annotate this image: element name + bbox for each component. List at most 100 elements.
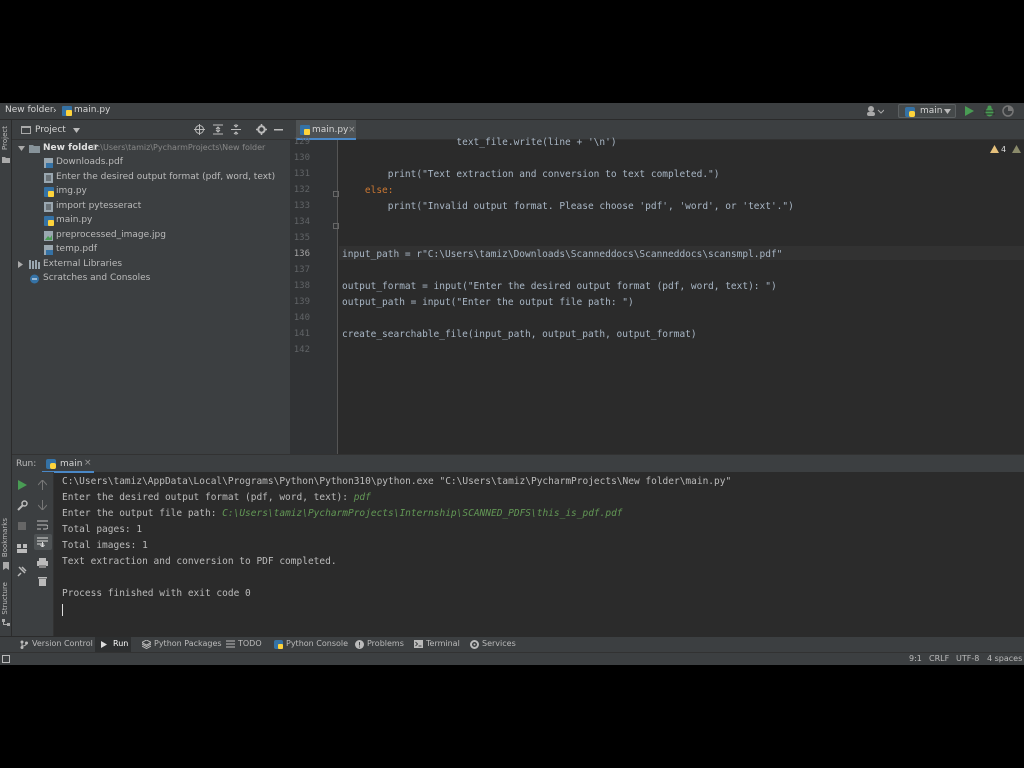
tree-item-file[interactable]: preprocessed_image.jpg (12, 229, 290, 243)
packages-icon (142, 640, 151, 649)
hide-panel-icon[interactable] (274, 129, 283, 131)
scroll-up-icon[interactable] (38, 480, 47, 490)
tree-item-label: Downloads.pdf (56, 157, 123, 167)
tab-label: Python Console (286, 639, 349, 648)
breadcrumb-file[interactable]: main.py (74, 105, 110, 115)
code-line-current[interactable]: input_path = r"C:\Users\tamiz\Downloads\… (342, 249, 782, 260)
tab-todo[interactable]: TODO (226, 639, 262, 648)
code-line[interactable]: print("Invalid output format. Please cho… (342, 201, 794, 212)
weak-warning-icon[interactable] (1012, 145, 1021, 153)
scroll-down-icon[interactable] (38, 500, 47, 510)
rerun-icon[interactable] (18, 480, 27, 490)
tab-terminal[interactable]: Terminal (414, 639, 460, 648)
stop-icon[interactable] (18, 522, 26, 530)
tree-item-file[interactable]: main.py (12, 214, 290, 228)
project-panel: Project New folder C:\Users\tamiz\Pychar… (12, 120, 290, 454)
file-encoding[interactable]: UTF-8 (956, 654, 979, 663)
code-line[interactable]: else: (342, 185, 394, 196)
fold-icon[interactable] (333, 191, 339, 197)
terminal-icon (414, 640, 423, 648)
left-tool-strip: Project Bookmarks Structure (0, 120, 12, 636)
code-line[interactable]: text_file.write(line + '\n') (342, 137, 616, 148)
tree-item-file[interactable]: import pytesseract (12, 200, 290, 214)
soft-wrap-icon[interactable] (37, 520, 48, 530)
tree-scratches[interactable]: Scratches and Consoles (12, 272, 290, 286)
expand-all-icon[interactable] (213, 124, 223, 135)
inspection-count[interactable]: 4 (1001, 145, 1006, 154)
bookmark-icon (3, 562, 9, 570)
list-icon (226, 640, 235, 648)
layout-icon[interactable] (17, 544, 27, 553)
gear-icon[interactable] (256, 124, 267, 135)
console-prompt: Enter the desired output format (pdf, wo… (62, 492, 354, 503)
wrench-icon[interactable] (17, 500, 28, 511)
tab-problems[interactable]: Problems (355, 639, 404, 649)
coverage-icon[interactable] (1002, 105, 1014, 117)
tree-item-file[interactable]: Enter the desired output format (pdf, wo… (12, 171, 290, 185)
warning-icon[interactable] (990, 145, 999, 153)
console-user-input: C:\Users\tamiz\PycharmProjects\Internshi… (222, 508, 623, 519)
pin-icon[interactable] (17, 566, 27, 577)
editor-tab-label: main.py (312, 125, 349, 135)
line-number: 132 (293, 185, 310, 195)
tree-item-label: main.py (56, 215, 93, 225)
services-icon (470, 640, 479, 649)
collapse-all-icon[interactable] (231, 124, 241, 135)
tree-external-libraries[interactable]: External Libraries (12, 258, 290, 272)
tab-run[interactable]: Run (101, 639, 128, 648)
fold-icon[interactable] (333, 223, 339, 229)
tab-python-console[interactable]: Python Console (274, 639, 349, 649)
caret-position[interactable]: 9:1 (909, 654, 922, 663)
run-configuration-select[interactable]: main (898, 104, 956, 118)
code-line[interactable]: output_format = input("Enter the desired… (342, 281, 777, 292)
python-file-icon (44, 187, 54, 197)
user-icon[interactable] (866, 105, 884, 117)
run-icon[interactable] (965, 106, 974, 116)
tab-python-packages[interactable]: Python Packages (142, 639, 222, 649)
close-icon[interactable]: × (348, 125, 356, 135)
structure-tool-tab[interactable]: Structure (1, 582, 9, 615)
line-number: 130 (293, 153, 310, 163)
tree-item-file[interactable]: Downloads.pdf (12, 156, 290, 170)
run-tab-label[interactable]: main (60, 459, 83, 469)
code-line[interactable]: print("Text extraction and conversion to… (342, 169, 720, 180)
tab-label: Version Control (32, 639, 93, 648)
project-tool-tab[interactable]: Project (1, 126, 9, 150)
scratches-icon (29, 274, 40, 284)
panel-toggle-icon[interactable] (2, 655, 10, 663)
tree-item-file[interactable]: img.py (12, 185, 290, 199)
status-bar: 9:1 CRLF UTF-8 4 spaces (0, 652, 1024, 665)
info-icon (355, 640, 364, 649)
code-line[interactable]: create_searchable_file(input_path, outpu… (342, 329, 697, 340)
pdf-file-icon (44, 158, 53, 168)
line-number: 135 (293, 233, 310, 243)
bookmarks-tool-tab[interactable]: Bookmarks (1, 518, 9, 557)
breadcrumb-project[interactable]: New folder (5, 105, 54, 115)
crosshair-icon[interactable] (194, 124, 205, 135)
tab-version-control[interactable]: Version Control (20, 639, 93, 649)
tree-root-folder[interactable]: New folder C:\Users\tamiz\PycharmProject… (12, 142, 290, 156)
chevron-down-icon[interactable] (73, 128, 80, 133)
line-number: 134 (293, 217, 310, 227)
close-icon[interactable]: × (84, 458, 92, 468)
scroll-to-end-toggle[interactable] (34, 534, 52, 550)
console-caret[interactable] (62, 604, 63, 616)
print-icon[interactable] (37, 558, 48, 568)
tab-services[interactable]: Services (470, 639, 516, 649)
root-folder-name: New folder (43, 143, 99, 153)
line-number: 129 (293, 137, 310, 147)
debug-icon[interactable] (984, 105, 995, 117)
project-view-title[interactable]: Project (35, 125, 66, 135)
code-line[interactable]: output_path = input("Enter the output fi… (342, 297, 634, 308)
console-user-input: pdf (353, 492, 371, 503)
run-toolbar (12, 472, 32, 636)
run-icon (101, 641, 107, 648)
trash-icon[interactable] (38, 576, 47, 586)
line-number: 139 (293, 297, 310, 307)
breadcrumb-separator: › (53, 106, 57, 116)
line-separator[interactable]: CRLF (929, 654, 949, 663)
indent-setting[interactable]: 4 spaces (987, 654, 1022, 663)
folder-icon (29, 144, 40, 153)
line-number: 137 (293, 265, 310, 275)
tree-item-file[interactable]: temp.pdf (12, 243, 290, 257)
